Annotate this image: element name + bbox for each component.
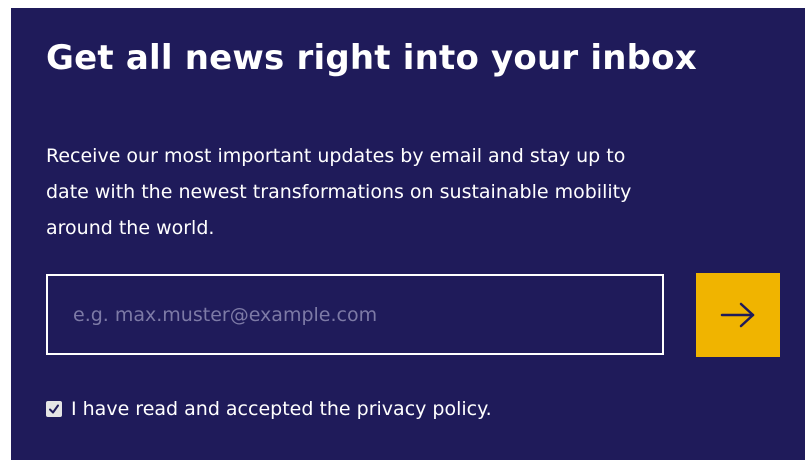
arrow-right-icon — [720, 302, 755, 328]
subscribe-submit-button[interactable] — [696, 273, 780, 357]
newsletter-title: Get all news right into your inbox — [46, 38, 697, 78]
privacy-consent[interactable]: I have read and accepted the privacy pol… — [46, 398, 492, 420]
newsletter-description: Receive our most important updates by em… — [46, 145, 632, 239]
privacy-checkbox[interactable] — [46, 401, 62, 417]
email-input[interactable] — [46, 274, 664, 355]
newsletter-signup-panel: Get all news right into your inbox Recei… — [11, 8, 805, 460]
privacy-label: I have read and accepted the privacy pol… — [71, 398, 492, 420]
checkmark-icon — [49, 404, 59, 414]
